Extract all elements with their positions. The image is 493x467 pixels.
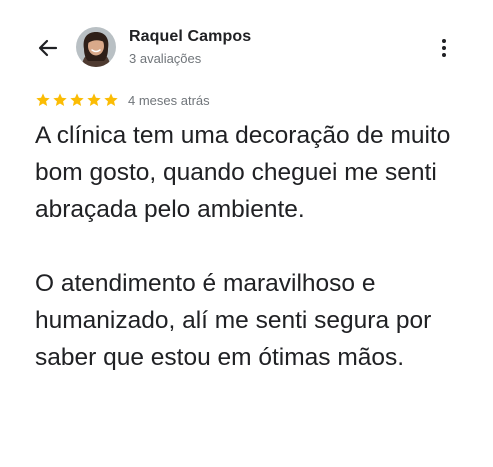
more-vert-icon [442, 39, 446, 57]
back-button[interactable] [34, 34, 62, 62]
review-paragraph: O atendimento é maravilhoso e humanizado… [35, 270, 432, 371]
review-date: 4 meses atrás [128, 92, 210, 108]
avatar[interactable] [76, 27, 116, 67]
review-text: A clínica tem uma decoração de muito bom… [35, 117, 485, 376]
star-icon [53, 93, 67, 106]
more-options-button[interactable] [433, 36, 455, 60]
star-icon [70, 93, 84, 106]
author-name[interactable]: Raquel Campos [129, 28, 251, 46]
star-rating [35, 92, 120, 108]
review-count: 3 avaliações [129, 51, 202, 66]
profile-photo [76, 27, 116, 67]
star-icon [104, 93, 118, 106]
arrow-back-icon [38, 39, 58, 57]
review-paragraph: A clínica tem uma decoração de muito bom… [35, 122, 451, 223]
rating-row: 4 meses atrás [35, 91, 210, 109]
star-icon [87, 93, 101, 106]
star-icon [36, 93, 50, 106]
